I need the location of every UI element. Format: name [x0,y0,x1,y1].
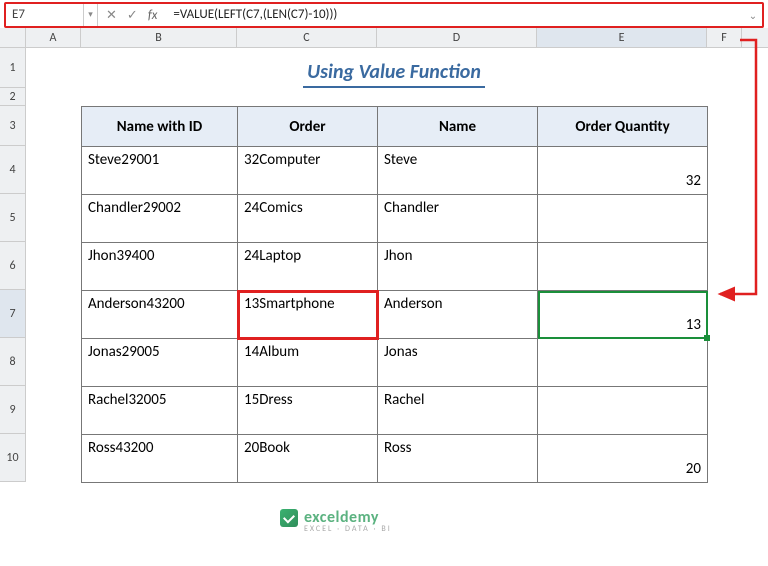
row-header-10[interactable]: 10 [0,434,26,482]
row-header-8[interactable]: 8 [0,338,26,386]
cell-b4[interactable]: Steve29001 [82,147,238,195]
row-header-1[interactable]: 1 [0,48,26,88]
table-row: Jhon39400 24Laptop Jhon [82,243,708,291]
cell-c5[interactable]: 24Comics [238,195,378,243]
cell-c10[interactable]: 20Book [238,435,378,483]
table-row: Chandler29002 24Comics Chandler [82,195,708,243]
spreadsheet-grid: A B C D E F 1 2 3 4 5 6 7 8 9 10 Using V… [0,28,768,483]
cell-e6[interactable] [538,243,708,291]
cell-c7[interactable]: 13Smartphone [238,291,378,339]
cell-c6[interactable]: 24Laptop [238,243,378,291]
title-row: Using Value Function [81,48,707,88]
table-row: Steve29001 32Computer Steve 32 [82,147,708,195]
cell-c4[interactable]: 32Computer [238,147,378,195]
watermark-tagline: EXCEL · DATA · BI [304,524,392,534]
cell-c9[interactable]: 15Dress [238,387,378,435]
cell-d9[interactable]: Rachel [378,387,538,435]
row-headers: 1 2 3 4 5 6 7 8 9 10 [0,48,26,482]
row-header-3[interactable]: 3 [0,106,26,146]
data-table: Name with ID Order Name Order Quantity S… [81,106,708,483]
cell-e5[interactable] [538,195,708,243]
name-box-dropdown[interactable]: ▾ [84,4,98,26]
cell-b7[interactable]: Anderson43200 [82,291,238,339]
cell-e4[interactable]: 32 [538,147,708,195]
row-2-spacer [26,88,768,106]
confirm-icon[interactable]: ✓ [127,8,138,23]
select-all-corner[interactable] [0,28,26,48]
header-order[interactable]: Order [238,107,378,147]
col-header-c[interactable]: C [237,28,377,47]
row-header-6[interactable]: 6 [0,242,26,290]
cell-d5[interactable]: Chandler [378,195,538,243]
row-header-9[interactable]: 9 [0,386,26,434]
fx-icon[interactable]: fx [148,8,158,23]
row-header-7[interactable]: 7 [0,290,26,338]
cell-d4[interactable]: Steve [378,147,538,195]
header-qty[interactable]: Order Quantity [538,107,708,147]
cell-b10[interactable]: Ross43200 [82,435,238,483]
row-header-2[interactable]: 2 [0,88,26,106]
col-header-d[interactable]: D [377,28,537,47]
cell-b8[interactable]: Jonas29005 [82,339,238,387]
cell-e7[interactable]: 13 [538,291,708,339]
formula-bar: E7 ▾ ✕ ✓ fx =VALUE(LEFT(C7,(LEN(C7)-10))… [4,2,764,28]
column-headers: A B C D E F [26,28,768,48]
formula-input[interactable]: =VALUE(LEFT(C7,(LEN(C7)-10))) [165,4,744,26]
header-name[interactable]: Name [378,107,538,147]
cell-e9[interactable] [538,387,708,435]
cell-e10[interactable]: 20 [538,435,708,483]
cell-b9[interactable]: Rachel32005 [82,387,238,435]
col-header-a[interactable]: A [26,28,81,47]
cancel-icon[interactable]: ✕ [106,8,117,23]
cell-b6[interactable]: Jhon39400 [82,243,238,291]
cell-b5[interactable]: Chandler29002 [82,195,238,243]
name-box[interactable]: E7 [6,4,84,26]
sheet-area[interactable]: Using Value Function Name with ID Order … [26,48,768,483]
sheet-title: Using Value Function [303,60,485,88]
table-row: Rachel32005 15Dress Rachel [82,387,708,435]
table-header-row: Name with ID Order Name Order Quantity [82,107,708,147]
watermark: exceldemy EXCEL · DATA · BI [280,508,392,534]
col-header-f[interactable]: F [707,28,742,47]
col-header-b[interactable]: B [81,28,237,47]
cell-d10[interactable]: Ross [378,435,538,483]
cell-d7[interactable]: Anderson [378,291,538,339]
cell-d8[interactable]: Jonas [378,339,538,387]
col-header-e[interactable]: E [537,28,707,47]
row-header-4[interactable]: 4 [0,146,26,194]
row-header-5[interactable]: 5 [0,194,26,242]
table-row: Jonas29005 14Album Jonas [82,339,708,387]
cell-c8[interactable]: 14Album [238,339,378,387]
table-row: Ross43200 20Book Ross 20 [82,435,708,483]
cell-d6[interactable]: Jhon [378,243,538,291]
formula-buttons: ✕ ✓ fx [98,8,165,23]
table-row: Anderson43200 13Smartphone Anderson 13 [82,291,708,339]
header-name-id[interactable]: Name with ID [82,107,238,147]
cell-e8[interactable] [538,339,708,387]
formula-expand-icon[interactable]: ⌄ [744,9,762,22]
watermark-logo-icon [280,509,298,527]
